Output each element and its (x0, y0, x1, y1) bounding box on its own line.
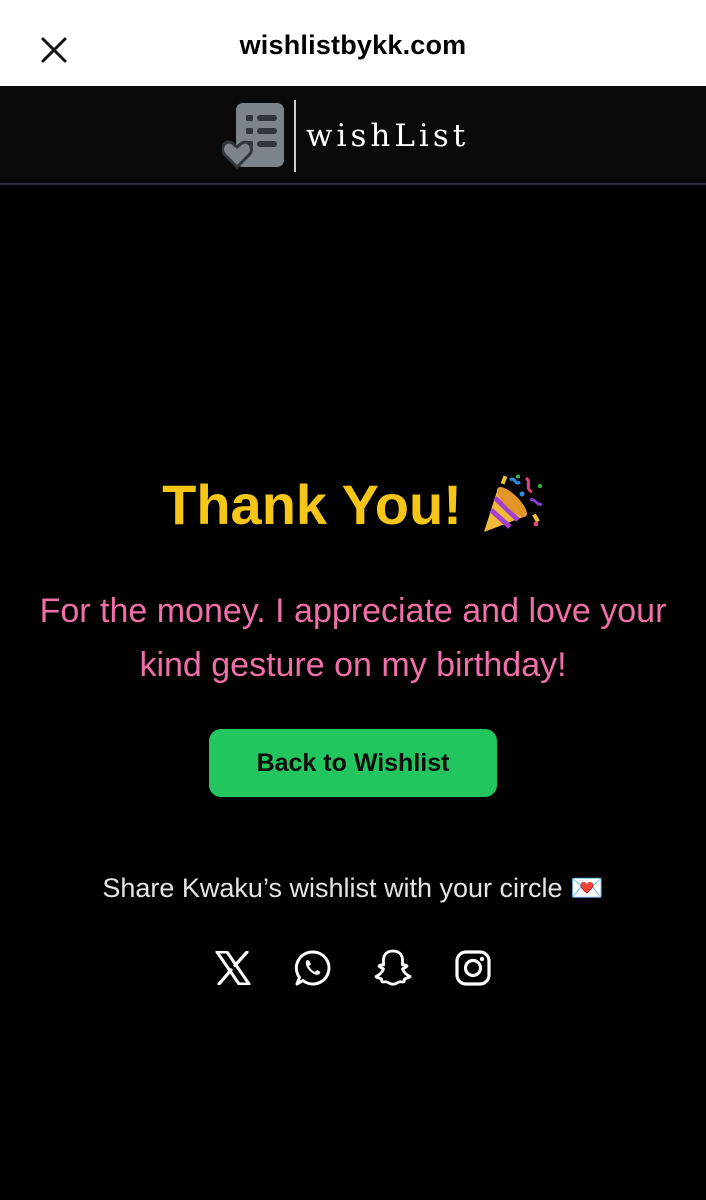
brand-logo[interactable]: wishList (222, 100, 469, 172)
brand-divider (294, 100, 296, 172)
whatsapp-icon (294, 950, 331, 986)
social-share-row (0, 946, 706, 990)
share-whatsapp-button[interactable] (293, 946, 333, 990)
thank-you-message: For the money. I appreciate and love you… (39, 592, 667, 684)
share-x-button[interactable] (213, 946, 253, 990)
instagram-icon (455, 950, 491, 986)
thank-you-text: Thank You! (162, 473, 462, 536)
wishlist-heart-doc-icon (222, 103, 284, 170)
browser-url: wishlistbykk.com (239, 30, 467, 60)
back-to-wishlist-button[interactable]: Back to Wishlist (209, 729, 497, 797)
share-prompt: Share Kwaku’s wishlist with your circle … (102, 873, 604, 903)
thank-you-heading: Thank You! (0, 472, 706, 537)
party-popper-icon (483, 474, 543, 532)
x-icon (215, 951, 251, 985)
site-header: wishList (0, 86, 706, 185)
snapchat-icon (374, 949, 412, 986)
share-instagram-button[interactable] (453, 946, 493, 990)
browser-bar: wishlistbykk.com (0, 0, 706, 86)
share-snapchat-button[interactable] (373, 946, 413, 990)
brand-name: wishList (306, 118, 470, 154)
page: wishlistbykk.com wishList Thank You! For… (0, 0, 706, 1200)
